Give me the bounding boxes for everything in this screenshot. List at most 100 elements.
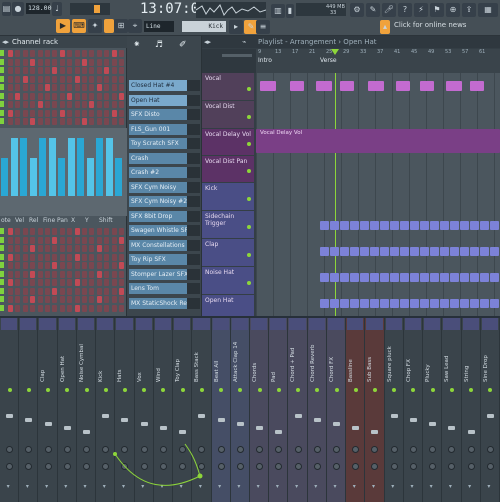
step-button[interactable] <box>89 253 95 261</box>
step-button[interactable] <box>89 236 95 244</box>
channel-mute-button[interactable] <box>0 58 4 65</box>
step-button[interactable] <box>15 118 21 125</box>
step-button[interactable] <box>52 109 58 117</box>
step-button[interactable] <box>8 245 13 252</box>
stereo-knob[interactable] <box>236 463 244 470</box>
track-header[interactable]: Vocal <box>202 73 254 100</box>
route-arrow[interactable]: ▾ <box>257 483 260 490</box>
step-button[interactable] <box>22 58 28 66</box>
step-button[interactable] <box>8 75 13 83</box>
insert-led[interactable] <box>199 388 204 392</box>
pattern-clip[interactable] <box>410 299 419 308</box>
edit-icon[interactable]: ✎ <box>366 3 380 17</box>
insert-header[interactable] <box>135 318 152 330</box>
insert-header[interactable] <box>231 318 248 330</box>
step-button[interactable] <box>30 262 36 269</box>
stereo-knob[interactable] <box>409 463 417 470</box>
playhead-marker[interactable] <box>331 49 339 55</box>
step-button[interactable] <box>37 296 43 303</box>
step-button[interactable] <box>45 118 50 125</box>
insert-led[interactable] <box>488 388 493 392</box>
step-button[interactable] <box>45 101 50 108</box>
step-button[interactable] <box>104 270 110 278</box>
step-button[interactable] <box>8 109 13 117</box>
step-button[interactable] <box>104 67 110 74</box>
step-button[interactable] <box>45 84 50 91</box>
insert-led[interactable] <box>7 388 12 392</box>
step-button[interactable] <box>104 101 110 108</box>
insert-header[interactable] <box>462 318 479 330</box>
insert-header[interactable] <box>385 318 402 330</box>
volume-fader[interactable] <box>448 426 456 430</box>
step-button[interactable] <box>74 50 80 57</box>
step-button[interactable] <box>45 262 50 269</box>
step-button[interactable] <box>67 253 73 261</box>
insert-header[interactable] <box>270 318 287 330</box>
track-mute-led[interactable] <box>247 169 251 173</box>
step-button[interactable] <box>8 50 13 57</box>
step-button[interactable] <box>59 67 65 74</box>
pattern-clip[interactable] <box>450 247 459 256</box>
step-button[interactable] <box>74 245 80 252</box>
step-button[interactable] <box>96 296 102 303</box>
step-button[interactable] <box>45 236 50 244</box>
step-button[interactable] <box>104 236 110 244</box>
pattern-clip[interactable] <box>320 273 329 282</box>
insert-led[interactable] <box>372 388 377 392</box>
step-button[interactable] <box>104 75 110 83</box>
pattern-clip[interactable] <box>420 247 429 256</box>
step-button[interactable] <box>52 118 58 125</box>
pan-knob[interactable] <box>313 446 321 453</box>
step-button[interactable] <box>8 296 13 303</box>
step-button[interactable] <box>59 287 65 295</box>
step-button[interactable] <box>15 304 21 312</box>
step-button[interactable] <box>45 253 50 261</box>
step-button[interactable] <box>59 75 65 83</box>
step-button[interactable] <box>52 287 58 295</box>
step-button[interactable] <box>22 84 28 91</box>
step-button[interactable] <box>52 253 58 261</box>
step-button[interactable] <box>67 84 73 91</box>
channel-mute-button[interactable] <box>0 236 4 243</box>
pattern-clip[interactable] <box>460 299 469 308</box>
insert-header[interactable] <box>212 318 229 330</box>
step-button[interactable] <box>67 236 73 244</box>
step-button[interactable] <box>67 262 73 269</box>
step-button[interactable] <box>82 109 87 117</box>
pattern-clip[interactable] <box>470 273 479 282</box>
pattern-clip[interactable] <box>360 247 369 256</box>
track-mute-led[interactable] <box>247 252 251 257</box>
mixer-strip[interactable]: Sub Bass ▾ <box>365 318 385 502</box>
step-button[interactable] <box>52 67 58 74</box>
hint-icon[interactable]: ▤ <box>2 2 11 16</box>
step-button[interactable] <box>22 228 28 235</box>
step-button[interactable] <box>74 58 80 66</box>
step-button[interactable] <box>111 296 117 303</box>
browser-sort-icon[interactable]: ⁕ <box>133 40 141 50</box>
online-news-link[interactable]: Click for online news <box>394 21 466 29</box>
step-button[interactable] <box>74 75 80 83</box>
route-arrow[interactable]: ▾ <box>64 483 67 490</box>
playlist-zoom-area[interactable] <box>202 49 256 73</box>
step-button[interactable] <box>111 75 117 83</box>
pattern-clip[interactable] <box>360 299 369 308</box>
mixer-strip[interactable]: Plucky ▾ <box>423 318 443 502</box>
track-header[interactable]: Noise Hat <box>202 267 254 294</box>
step-button[interactable] <box>30 118 36 125</box>
step-button[interactable] <box>37 228 43 235</box>
step-button[interactable] <box>119 253 124 261</box>
step-button[interactable] <box>74 236 80 244</box>
pattern-clip[interactable] <box>400 247 409 256</box>
pattern-clip[interactable] <box>380 221 389 230</box>
step-button[interactable] <box>111 118 117 125</box>
pattern-clip[interactable] <box>350 273 359 282</box>
browser-music-icon[interactable]: ♬ <box>155 40 163 50</box>
volume-fader[interactable] <box>467 430 475 434</box>
step-button[interactable] <box>37 287 43 295</box>
step-button[interactable] <box>59 304 65 312</box>
volume-fader[interactable] <box>179 430 187 434</box>
volume-fader[interactable] <box>486 414 494 418</box>
step-button[interactable] <box>59 253 65 261</box>
step-button[interactable] <box>119 262 124 269</box>
typing-keyboard-icon[interactable]: ⌨ <box>72 19 86 33</box>
